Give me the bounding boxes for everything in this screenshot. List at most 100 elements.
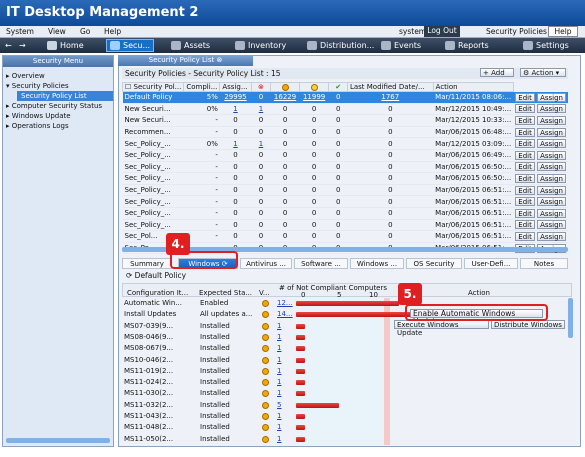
sidebar-item-computer-security-status[interactable]: ▸ Computer Security Status [3,101,113,111]
col-config-item[interactable]: Configuration It... [127,289,188,297]
table-row[interactable]: Sec_Policy_... - 0 0 0 0 0 0 Mar/06/2015 06:51:.… [122,184,568,197]
assign-button[interactable]: Assign [537,162,566,172]
list-item[interactable]: MS11-024(2... Installed 1 [122,377,572,388]
tab-antivirus[interactable]: Antivirus ... [240,258,292,269]
security-policies-link[interactable]: Security Policies [486,27,547,36]
table-row[interactable]: Sec_Policy_... - 0 0 0 0 0 0 Mar/06/2015 06:51:.… [122,219,568,232]
col-v[interactable]: V... [259,289,270,297]
action-button[interactable]: ⚙ Action ▾ [520,68,566,77]
assign-button[interactable]: Assign [537,185,566,195]
table-cell[interactable]: 29995 [224,93,246,101]
events-button[interactable]: Events [378,39,424,52]
col-policy[interactable]: ☐ Security Pol... [121,82,185,92]
tab-summary[interactable]: Summary [122,258,172,269]
menu-view[interactable]: View [48,27,66,36]
back-button[interactable]: ← [2,39,15,52]
edit-button[interactable]: Edit [515,127,535,137]
table-cell[interactable]: 1767 [381,93,399,101]
logout-button[interactable]: Log Out [424,26,460,37]
table-row[interactable]: Recommen... - 0 0 0 0 0 0 Mar/06/2015 06:48:... E… [122,126,568,139]
not-compliant-count[interactable]: 1 [277,366,281,377]
table-row[interactable]: Default Policy 5% 29995 0 16229 11999 0 1767 Mar… [122,91,568,104]
not-compliant-count[interactable]: 12... [277,298,293,309]
col-expected-status[interactable]: Expected Sta... [199,289,252,297]
list-item[interactable]: MS11-030(2... Installed 1 [122,388,572,399]
add-button[interactable]: + Add [480,68,514,77]
tab-software[interactable]: Software ... [294,258,348,269]
tab-notes[interactable]: Notes [520,258,568,269]
list-item[interactable]: MS08-046(9... Installed 1 [122,332,572,343]
assign-button[interactable]: Assign [537,115,566,125]
table-cell[interactable]: 1 [259,105,263,113]
list-item[interactable]: MS11-019(2... Installed 1 [122,366,572,377]
assign-button[interactable]: Assign [537,92,566,102]
not-compliant-count[interactable]: 1 [277,343,281,354]
tab-user-defined[interactable]: User-Defi... [464,258,518,269]
edit-button[interactable]: Edit [515,220,535,230]
list-item[interactable]: MS11-050(2... Installed 1 [122,434,572,445]
edit-button[interactable]: Edit [515,92,535,102]
table-cell[interactable]: 16229 [274,93,296,101]
reports-button[interactable]: Reports [442,39,492,52]
not-compliant-count[interactable]: 14... [277,309,293,320]
col-compliance[interactable]: Compli... [183,82,221,92]
not-compliant-count[interactable]: 1 [277,434,281,445]
col-critical[interactable]: ⊗ [250,82,272,92]
list-item[interactable]: MS11-043(2... Installed 1 [122,411,572,422]
table-cell[interactable]: 1 [259,140,263,148]
not-compliant-count[interactable]: 1 [277,422,281,433]
table-cell[interactable]: 11999 [303,93,325,101]
assign-button[interactable]: Assign [537,173,566,183]
execute-windows-update-button[interactable]: Execute Windows Update [394,320,489,337]
help-button[interactable]: Help [548,26,578,37]
not-compliant-count[interactable]: 1 [277,388,281,399]
list-item[interactable]: MS11-032(2... Installed 5 [122,400,572,411]
edit-button[interactable]: Edit [515,197,535,207]
assign-button[interactable]: Assign [537,139,566,149]
edit-button[interactable]: Edit [515,185,535,195]
not-compliant-count[interactable]: 5 [277,400,281,411]
table-row[interactable]: Sec_Policy_... 0% 1 1 0 0 0 0 Mar/12/2015 03:09:… [122,137,568,150]
col-caution[interactable] [298,82,330,92]
assign-button[interactable]: Assign [537,208,566,218]
not-compliant-count[interactable]: 1 [277,321,281,332]
assign-button[interactable]: Assign [537,127,566,137]
sidebar-item-windows-update[interactable]: ▸ Windows Update [3,111,113,121]
assign-button[interactable]: Assign [537,150,566,160]
assign-button[interactable]: Assign [537,231,566,241]
table-row[interactable]: Sec_Policy_... - 0 0 0 0 0 0 Mar/06/2015 06:49:.… [122,149,568,162]
table-row[interactable]: New Securi... 0% 1 1 0 0 0 0 Mar/12/2015 10:49:.… [122,103,568,116]
table-row[interactable]: Sec_Policy_... - 0 0 0 0 0 0 Mar/06/2015 06:50:.… [122,161,568,174]
table-row[interactable]: Sec_Policy_... - 0 0 0 0 0 0 Mar/06/2015 06:51:.… [122,195,568,208]
assets-button[interactable]: Assets [168,39,213,52]
edit-button[interactable]: Edit [515,231,535,241]
security-button[interactable]: Secu... [106,39,155,52]
distribute-windows-button[interactable]: Distribute Windows [491,320,565,329]
sidebar-item-security-policy-list[interactable]: Security Policy List [17,91,113,101]
edit-button[interactable]: Edit [515,115,535,125]
col-warning[interactable] [270,82,300,92]
not-compliant-count[interactable]: 1 [277,377,281,388]
list-item[interactable]: MS10-046(2... Installed 1 [122,355,572,366]
tab-os-security[interactable]: OS Security [406,258,462,269]
inventory-button[interactable]: Inventory [232,39,289,52]
assign-button[interactable]: Assign [537,220,566,230]
assign-button[interactable]: Assign [537,197,566,207]
list-item[interactable]: MS11-048(2... Installed 1 [122,422,572,433]
tab-windows-2[interactable]: Windows ... [350,258,404,269]
sidebar-item-operations-logs[interactable]: ▸ Operations Logs [3,121,113,131]
menu-help[interactable]: Help [104,27,121,36]
edit-button[interactable]: Edit [515,162,535,172]
not-compliant-count[interactable]: 1 [277,411,281,422]
forward-button[interactable]: → [16,39,29,52]
edit-button[interactable]: Edit [515,139,535,149]
tab-security-policy-list[interactable]: Security Policy List ⊗ [118,55,253,66]
edit-button[interactable]: Edit [515,173,535,183]
edit-button[interactable]: Edit [515,150,535,160]
table-row[interactable]: Sec_Policy_... - 0 0 0 0 0 0 Mar/06/2015 06:50:.… [122,172,568,185]
settings-button[interactable]: Settings [520,39,572,52]
table-cell[interactable]: 1 [233,105,237,113]
list-item[interactable]: MS08-067(9... Installed 1 [122,343,572,354]
sidebar-item-security-policies[interactable]: ▾ Security Policies [3,81,113,91]
col-assigned[interactable]: Assig... [219,82,252,92]
